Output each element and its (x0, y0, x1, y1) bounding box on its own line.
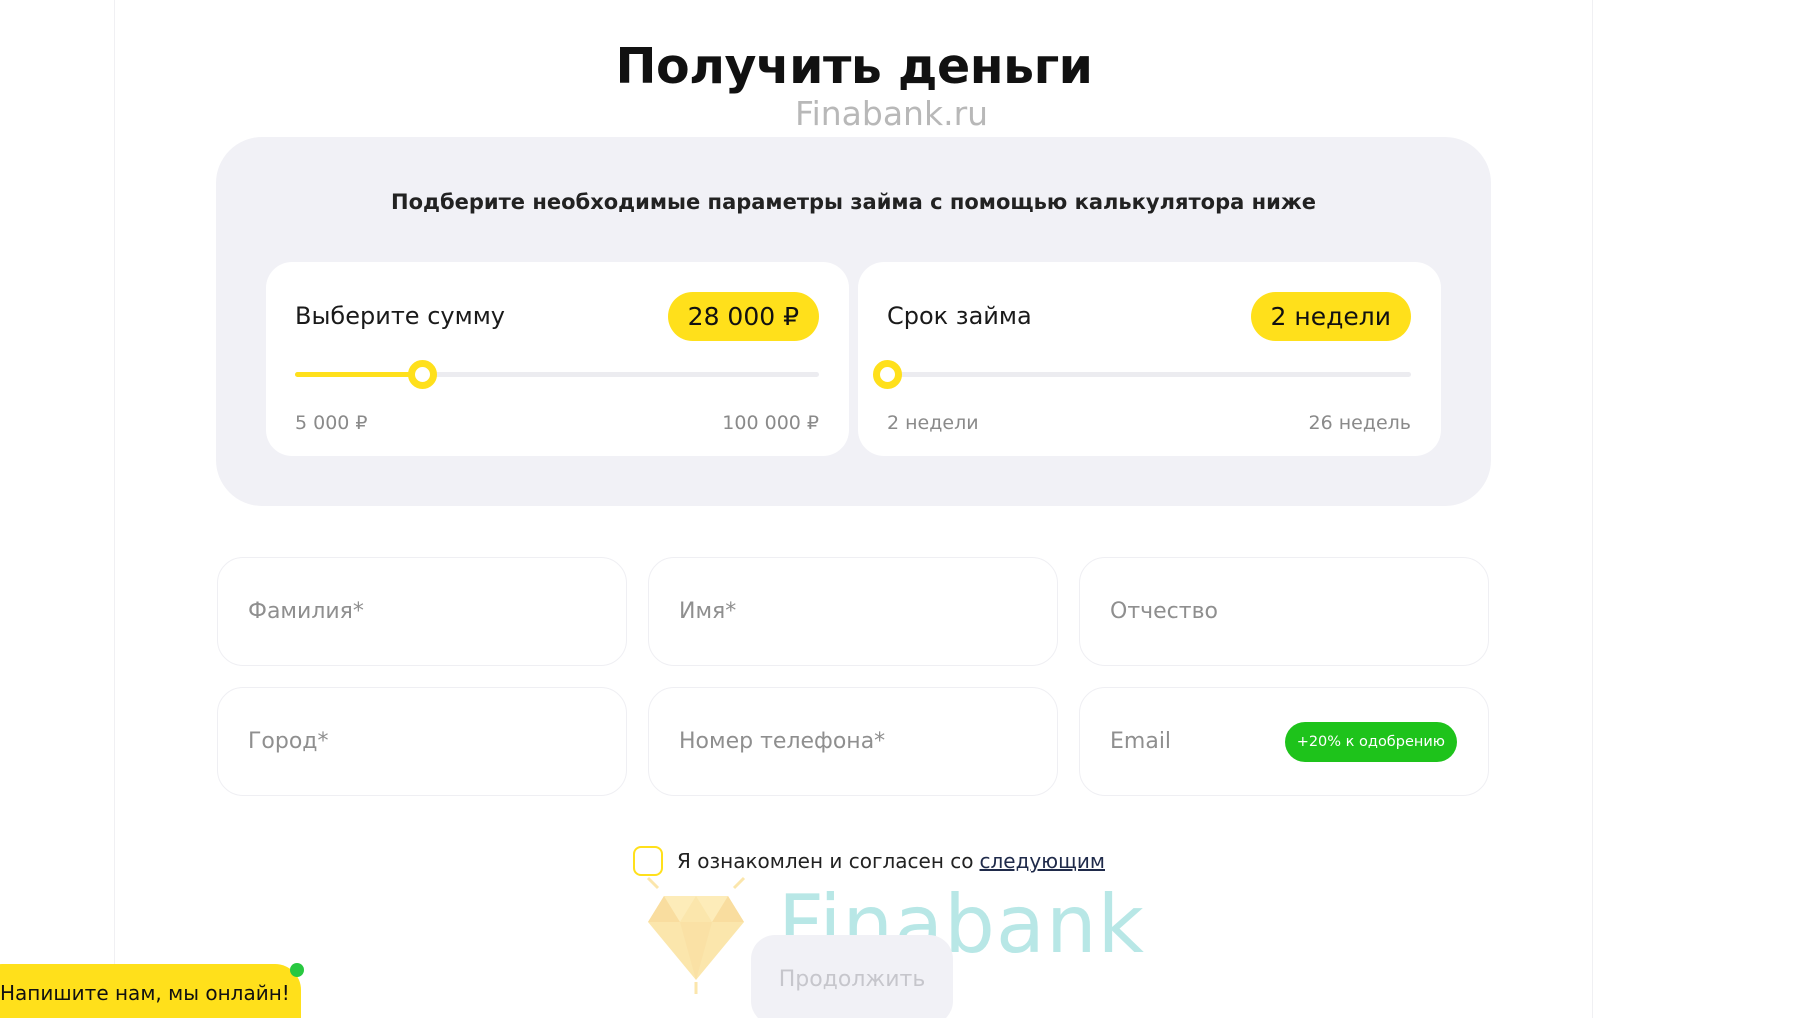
term-slider-panel: Срок займа 2 недели 2 недели 26 недель (858, 262, 1441, 456)
term-slider-thumb[interactable] (873, 360, 902, 389)
watermark-top-text: Finabank.ru (795, 94, 989, 133)
amount-slider-track[interactable] (295, 360, 819, 389)
term-label: Срок займа (887, 302, 1032, 330)
page-frame-left-line (114, 0, 115, 1018)
amount-label: Выберите сумму (295, 302, 505, 330)
term-slider-track[interactable] (873, 360, 1411, 389)
loan-calculator-card: Подберите необходимые параметры займа с … (216, 137, 1491, 506)
phone-input[interactable] (649, 688, 1057, 795)
first-name-input[interactable] (649, 558, 1057, 665)
middle-name-field (1079, 557, 1489, 666)
middle-name-input[interactable] (1080, 558, 1488, 665)
term-max-label: 26 недель (1308, 412, 1412, 434)
consent-row: Я ознакомлен и согласен со следующим (633, 846, 1105, 876)
last-name-input[interactable] (218, 558, 626, 665)
city-field (217, 687, 627, 796)
phone-field (648, 687, 1058, 796)
amount-value-badge: 28 000 ₽ (667, 292, 819, 341)
email-bonus-badge: +20% к одобрению (1284, 722, 1457, 762)
calculator-subtitle: Подберите необходимые параметры займа с … (391, 190, 1316, 214)
continue-button[interactable]: Продолжить (751, 935, 953, 1018)
term-min-label: 2 недели (887, 412, 979, 434)
email-field: +20% к одобрению (1079, 687, 1489, 796)
chat-widget-button[interactable]: Напишите нам, мы онлайн! (0, 964, 301, 1018)
amount-slider-thumb[interactable] (407, 360, 437, 389)
amount-min-label: 5 000 ₽ (295, 412, 368, 434)
page-title: Получить деньги (615, 38, 1094, 95)
page-frame-right-line (1592, 0, 1593, 1018)
consent-terms-link[interactable]: следующим (979, 849, 1105, 873)
last-name-field (217, 557, 627, 666)
consent-checkbox[interactable] (633, 846, 663, 876)
term-value-badge: 2 недели (1250, 292, 1411, 341)
first-name-field (648, 557, 1058, 666)
city-input[interactable] (218, 688, 626, 795)
consent-text: Я ознакомлен и согласен со (677, 849, 974, 873)
amount-max-label: 100 000 ₽ (722, 412, 819, 434)
amount-slider-fill (295, 372, 422, 377)
online-status-dot (290, 963, 304, 977)
amount-slider-panel: Выберите сумму 28 000 ₽ 5 000 ₽ 100 000 … (266, 262, 849, 456)
diamond-logo-icon (646, 876, 746, 994)
